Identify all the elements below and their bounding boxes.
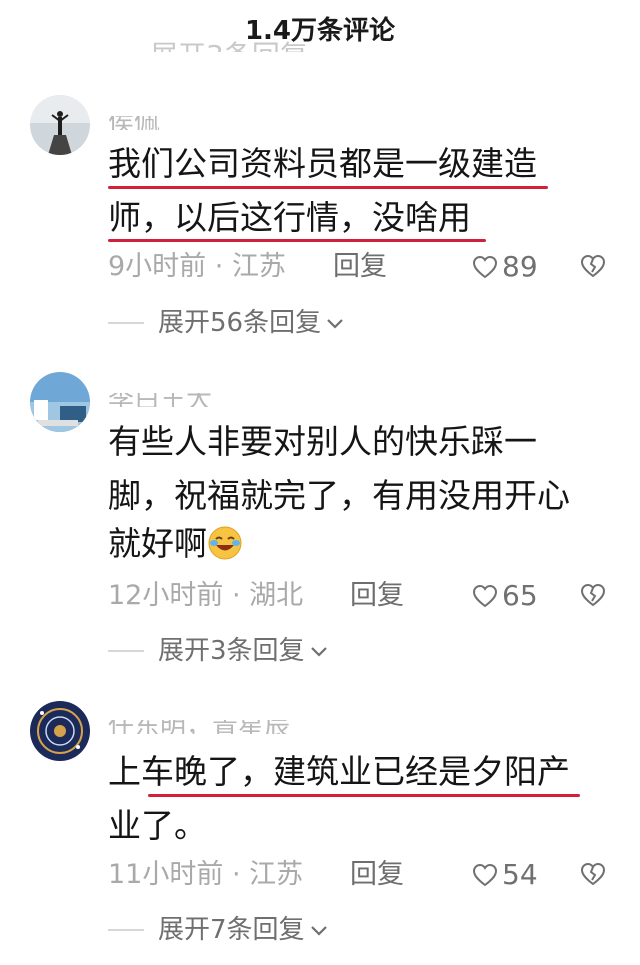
- expand-replies-label: 展开7条回复: [158, 915, 305, 945]
- dislike-button[interactable]: [580, 583, 606, 607]
- divider: [108, 650, 144, 652]
- heart-broken-icon: [580, 862, 606, 886]
- avatar[interactable]: [30, 95, 90, 155]
- username[interactable]: 侯佩: [108, 116, 160, 130]
- red-underline: [148, 794, 580, 797]
- username[interactable]: 李白王大: [108, 393, 212, 407]
- chevron-down-icon: [327, 319, 343, 329]
- reply-button[interactable]: 回复: [350, 579, 404, 613]
- heart-broken-icon: [580, 583, 606, 607]
- avatar[interactable]: [30, 701, 90, 761]
- comment-text-line: 业了。: [108, 806, 207, 845]
- comment-text-line: 就好啊: [108, 523, 243, 565]
- comment-text-line: 有些人非要对别人的快乐踩一: [108, 422, 537, 461]
- heart-broken-icon: [580, 254, 606, 278]
- divider: [108, 929, 144, 931]
- like-count: 54: [502, 858, 538, 891]
- comment-time: 12小时前: [108, 580, 224, 611]
- comments-header: 1.4万条评论: [0, 0, 640, 56]
- meta-separator: ·: [223, 859, 250, 890]
- avatar[interactable]: [30, 372, 90, 432]
- comment-text-line: 脚，祝福就完了，有用没用开心: [108, 476, 570, 515]
- heart-icon: [472, 584, 498, 608]
- divider: [108, 322, 144, 324]
- meta-separator: ·: [206, 251, 232, 282]
- expand-replies-button[interactable]: 展开3条回复: [108, 634, 329, 668]
- reply-button[interactable]: 回复: [333, 250, 387, 284]
- meta-separator: ·: [223, 580, 250, 611]
- comment-location: 湖北: [249, 580, 304, 611]
- like-count: 89: [502, 250, 538, 283]
- like-button[interactable]: 89: [472, 250, 538, 284]
- like-count: 65: [502, 579, 538, 612]
- expand-replies-label: 展开56条回复: [158, 308, 322, 338]
- comment-time: 9小时前: [108, 251, 207, 282]
- expand-replies-button[interactable]: 展开7条回复: [108, 913, 329, 947]
- heart-icon: [472, 863, 498, 887]
- red-underline: [108, 239, 486, 242]
- comment-text-line: 上车晚了，建筑业已经是夕阳产: [108, 752, 570, 791]
- reply-button[interactable]: 回复: [350, 858, 404, 892]
- heart-icon: [472, 255, 498, 279]
- red-underline: [108, 186, 548, 189]
- laughing-crying-emoji: [208, 526, 242, 560]
- comment-meta: 12小时前 · 湖北: [108, 579, 303, 613]
- comment-meta: 11小时前 · 江苏: [108, 858, 303, 892]
- previous-expand-replies[interactable]: 展开3条回复: [150, 34, 308, 52]
- like-button[interactable]: 54: [472, 858, 538, 892]
- comment-location: 江苏: [249, 859, 304, 890]
- username[interactable]: 任东明，青星辰: [108, 720, 290, 734]
- dislike-button[interactable]: [580, 862, 606, 886]
- comment-text-line: 师，以后这行情，没啥用: [108, 198, 471, 237]
- comment-location: 江苏: [231, 251, 286, 282]
- chevron-down-icon: [310, 647, 327, 657]
- expand-replies-label: 展开3条回复: [158, 636, 305, 666]
- comment-meta: 9小时前 · 江苏: [108, 250, 286, 284]
- comment-time: 11小时前: [108, 859, 224, 890]
- comment-text-line: 我们公司资料员都是一级建造: [108, 144, 537, 183]
- expand-replies-button[interactable]: 展开56条回复: [108, 306, 345, 340]
- chevron-down-icon: [310, 926, 327, 936]
- dislike-button[interactable]: [580, 254, 606, 278]
- like-button[interactable]: 65: [472, 579, 538, 613]
- comment-text: 就好啊: [108, 524, 207, 563]
